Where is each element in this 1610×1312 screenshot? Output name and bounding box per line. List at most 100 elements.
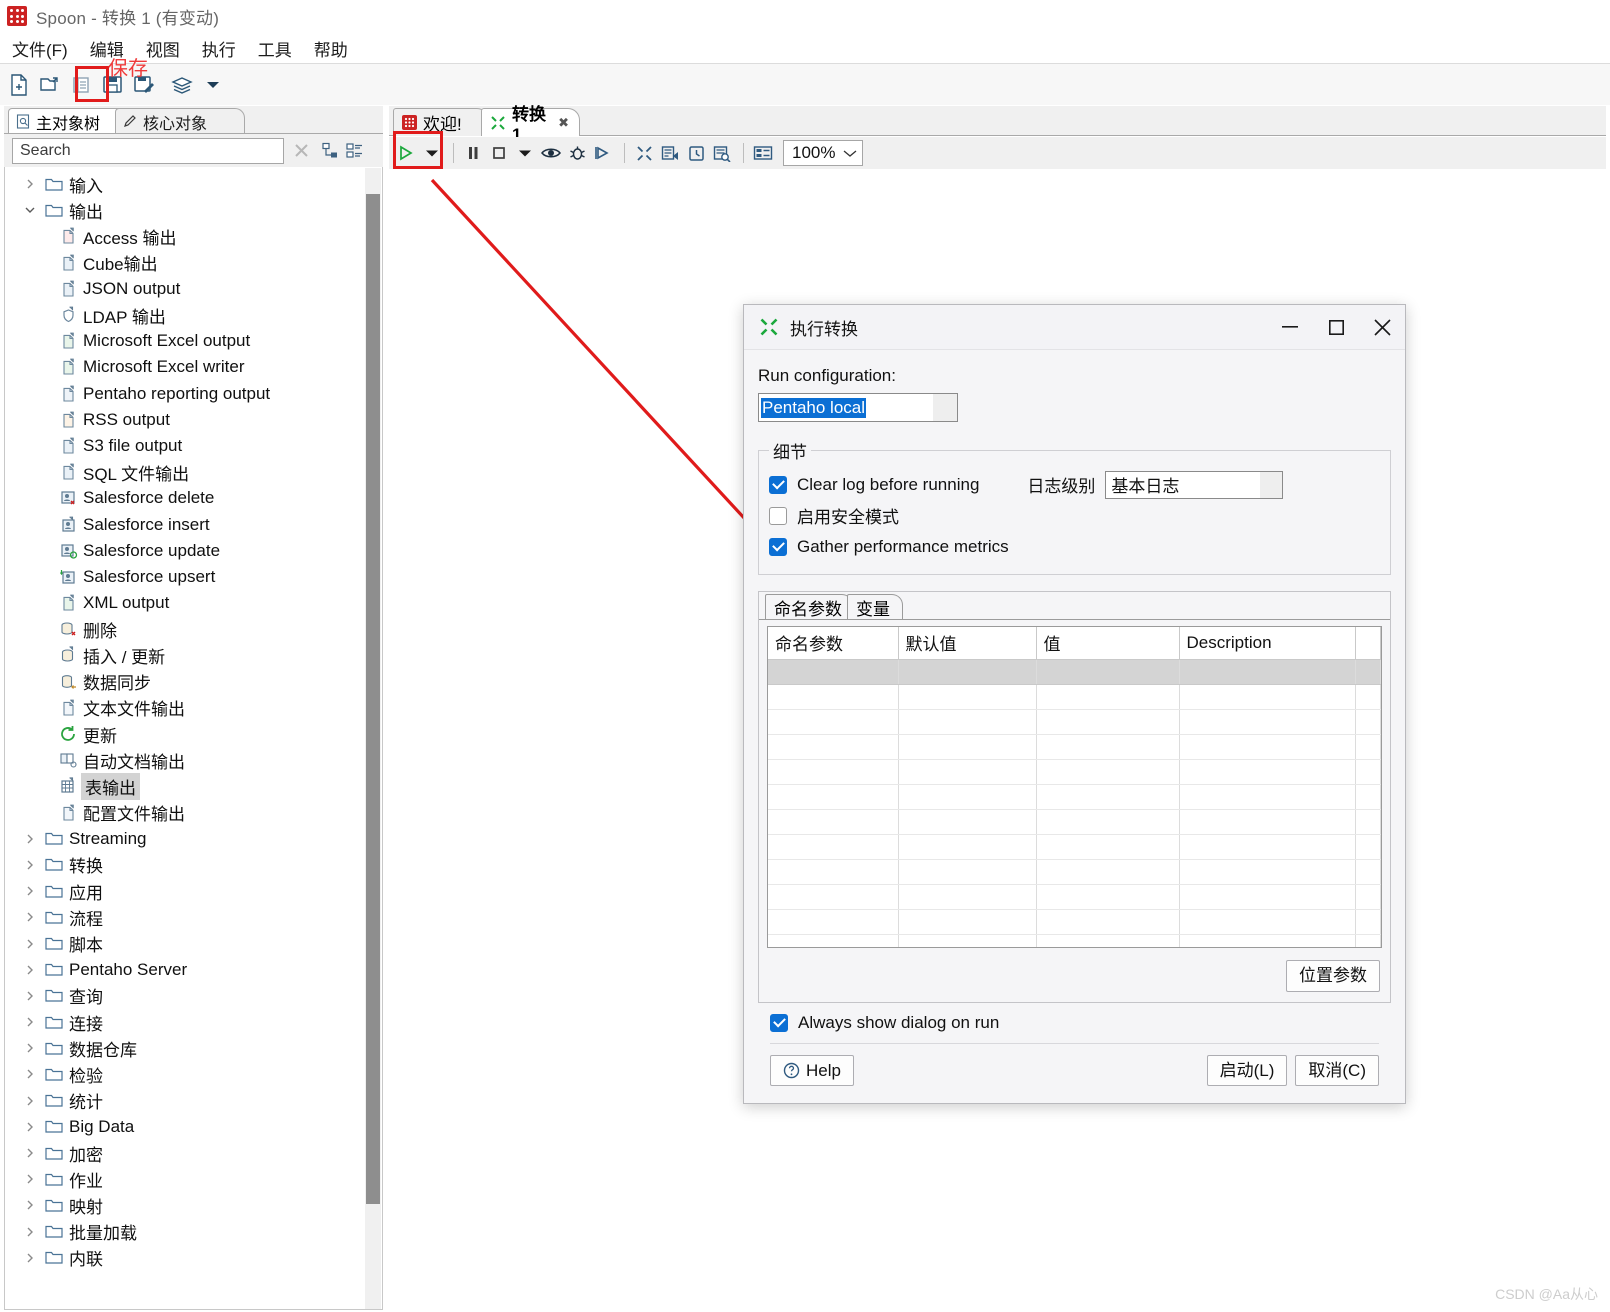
table-cell[interactable] bbox=[1355, 859, 1381, 885]
table-cell[interactable] bbox=[768, 709, 899, 735]
table-cell[interactable] bbox=[1355, 659, 1381, 685]
chevron-right-icon[interactable] bbox=[19, 964, 41, 976]
tree-folder-row[interactable]: Pentaho Server bbox=[5, 957, 367, 983]
tree-step-row[interactable]: 更新 bbox=[5, 721, 367, 747]
table-row[interactable] bbox=[768, 859, 1381, 885]
sql-editor-icon[interactable] bbox=[658, 140, 682, 166]
gather-metrics-checkbox[interactable] bbox=[769, 537, 787, 556]
table-cell[interactable] bbox=[768, 884, 899, 910]
tree-step-row[interactable]: 表输出 bbox=[5, 772, 367, 800]
menu-file[interactable]: 文件(F) bbox=[0, 36, 79, 61]
table-cell[interactable] bbox=[1355, 684, 1381, 710]
chevron-right-icon[interactable] bbox=[19, 1252, 41, 1264]
table-cell[interactable] bbox=[1179, 934, 1356, 947]
table-cell[interactable] bbox=[898, 659, 1037, 685]
tree-folder-row[interactable]: 输入 bbox=[5, 171, 367, 197]
table-cell[interactable] bbox=[1179, 859, 1356, 885]
table-cell[interactable] bbox=[1036, 909, 1180, 935]
inspect-data-icon[interactable] bbox=[710, 140, 734, 166]
tree-folder-row[interactable]: 查询 bbox=[5, 983, 367, 1009]
table-cell[interactable] bbox=[1036, 834, 1180, 860]
run-configuration-combobox[interactable]: Pentaho local bbox=[758, 393, 958, 422]
table-cell[interactable] bbox=[1036, 859, 1180, 885]
tree-folder-row[interactable]: 转换 bbox=[5, 852, 367, 878]
table-cell[interactable] bbox=[768, 909, 899, 935]
tree-folder-row[interactable]: 应用 bbox=[5, 878, 367, 904]
chevron-down-icon[interactable] bbox=[19, 204, 41, 216]
table-cell[interactable] bbox=[1179, 684, 1356, 710]
chevron-right-icon[interactable] bbox=[19, 1095, 41, 1107]
tree-step-row[interactable]: XML output bbox=[5, 590, 367, 616]
table-row[interactable] bbox=[768, 709, 1381, 735]
tree-scrollbar-thumb[interactable] bbox=[366, 194, 380, 1204]
table-cell[interactable] bbox=[768, 859, 899, 885]
tree-step-row[interactable]: LDAP 输出 bbox=[5, 302, 367, 328]
table-cell[interactable] bbox=[898, 684, 1037, 710]
table-cell[interactable] bbox=[1036, 884, 1180, 910]
chevron-right-icon[interactable] bbox=[19, 911, 41, 923]
chevron-right-icon[interactable] bbox=[19, 1068, 41, 1080]
chevron-right-icon[interactable] bbox=[19, 833, 41, 845]
close-icon[interactable]: ✖ bbox=[558, 115, 569, 131]
table-cell[interactable] bbox=[768, 759, 899, 785]
table-cell[interactable] bbox=[1355, 734, 1381, 760]
chevron-right-icon[interactable] bbox=[19, 938, 41, 950]
zoom-level-combobox[interactable]: 100% bbox=[783, 140, 863, 166]
table-cell[interactable] bbox=[768, 784, 899, 810]
table-cell[interactable] bbox=[1179, 834, 1356, 860]
table-cell[interactable] bbox=[1355, 759, 1381, 785]
chevron-right-icon[interactable] bbox=[19, 1226, 41, 1238]
tree-step-row[interactable]: RSS output bbox=[5, 407, 367, 433]
table-cell[interactable] bbox=[898, 884, 1037, 910]
launch-button[interactable]: 启动(L) bbox=[1206, 1054, 1288, 1087]
table-row[interactable] bbox=[768, 934, 1381, 947]
table-row[interactable] bbox=[768, 734, 1381, 760]
tree-step-row[interactable]: SQL 文件输出 bbox=[5, 459, 367, 485]
tree-step-row[interactable]: Salesforce upsert bbox=[5, 564, 367, 590]
tree-step-row[interactable]: 删除 bbox=[5, 616, 367, 642]
tree-step-row[interactable]: Salesforce update bbox=[5, 538, 367, 564]
tree-step-row[interactable]: 配置文件输出 bbox=[5, 800, 367, 826]
table-cell[interactable] bbox=[1036, 684, 1180, 710]
tree-folder-row[interactable]: 加密 bbox=[5, 1140, 367, 1166]
tree-folder-row[interactable]: 统计 bbox=[5, 1088, 367, 1114]
table-cell[interactable] bbox=[1179, 734, 1356, 760]
table-cell[interactable] bbox=[1355, 909, 1381, 935]
table-cell[interactable] bbox=[768, 809, 899, 835]
table-cell[interactable] bbox=[768, 934, 899, 947]
table-cell[interactable] bbox=[898, 909, 1037, 935]
stop-icon[interactable] bbox=[487, 140, 511, 166]
table-row[interactable] bbox=[768, 759, 1381, 785]
table-cell[interactable] bbox=[1179, 909, 1356, 935]
table-cell[interactable] bbox=[1179, 709, 1356, 735]
tree-step-row[interactable]: 插入 / 更新 bbox=[5, 642, 367, 668]
table-cell[interactable] bbox=[898, 784, 1037, 810]
tree-step-row[interactable]: Microsoft Excel output bbox=[5, 328, 367, 354]
chevron-down-icon[interactable] bbox=[1260, 471, 1283, 498]
column-header-default-value[interactable]: 默认值 bbox=[898, 627, 1037, 660]
tree-step-row[interactable]: S3 file output bbox=[5, 433, 367, 459]
run-dropdown-icon[interactable] bbox=[420, 140, 444, 166]
tree-step-row[interactable]: Cube输出 bbox=[5, 250, 367, 276]
close-button[interactable] bbox=[1359, 305, 1405, 349]
chevron-right-icon[interactable] bbox=[19, 859, 41, 871]
safe-mode-checkbox[interactable] bbox=[769, 506, 787, 525]
replay-icon[interactable] bbox=[591, 140, 615, 166]
grid-view-icon[interactable] bbox=[751, 140, 775, 166]
always-show-checkbox[interactable] bbox=[770, 1013, 788, 1032]
table-row[interactable] bbox=[768, 884, 1381, 910]
search-input[interactable]: Search bbox=[12, 137, 284, 164]
table-row[interactable] bbox=[768, 809, 1381, 835]
column-header-named-parameter[interactable]: 命名参数 bbox=[768, 627, 899, 660]
chevron-right-icon[interactable] bbox=[19, 885, 41, 897]
chevron-right-icon[interactable] bbox=[19, 1016, 41, 1028]
chevron-right-icon[interactable] bbox=[19, 1173, 41, 1185]
tree-step-row[interactable]: JSON output bbox=[5, 276, 367, 302]
tree-folder-row[interactable]: 数据仓库 bbox=[5, 1035, 367, 1061]
table-cell[interactable] bbox=[1036, 809, 1180, 835]
chevron-right-icon[interactable] bbox=[19, 990, 41, 1002]
table-row[interactable] bbox=[768, 684, 1381, 710]
table-cell[interactable] bbox=[768, 684, 899, 710]
position-parameters-button[interactable]: 位置参数 bbox=[1286, 960, 1380, 992]
tree-folder-row[interactable]: Streaming bbox=[5, 826, 367, 852]
